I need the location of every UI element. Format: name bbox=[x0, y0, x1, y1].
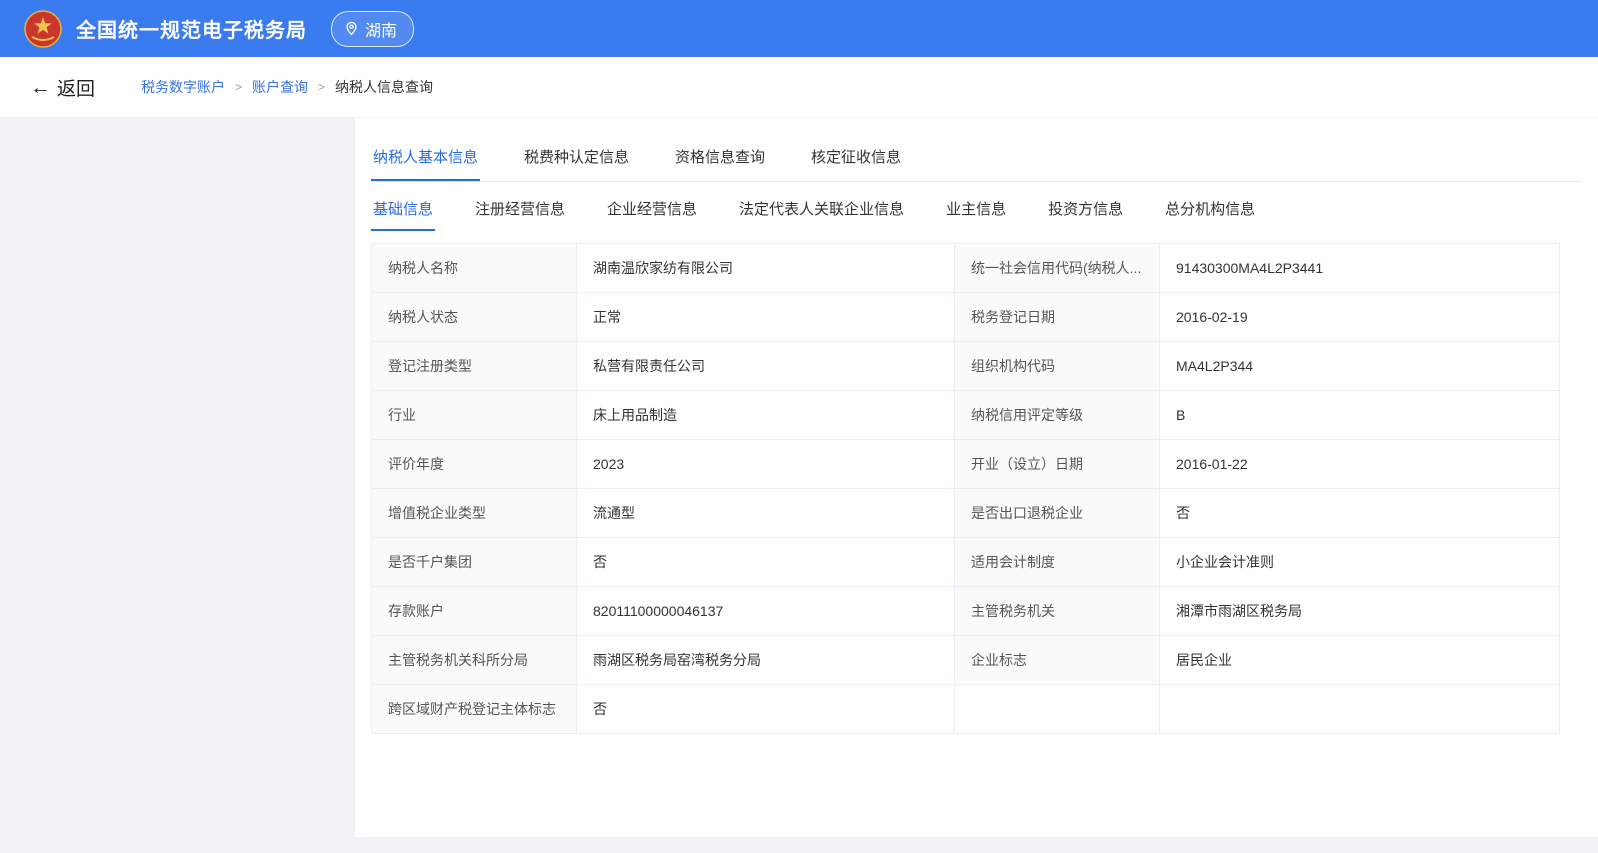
table-row: 跨区域财产税登记主体标志 否 bbox=[372, 685, 1560, 734]
label-cell: 主管税务机关科所分局 bbox=[372, 636, 577, 685]
value-cell: 2023 bbox=[577, 440, 955, 489]
back-label: 返回 bbox=[57, 74, 95, 101]
value-cell: 流通型 bbox=[577, 489, 955, 538]
value-cell: 床上用品制造 bbox=[577, 391, 955, 440]
national-emblem-logo bbox=[24, 10, 62, 48]
table-row: 纳税人名称 湖南温欣家纺有限公司 统一社会信用代码(纳税人... 9143030… bbox=[372, 244, 1560, 293]
table-row: 存款账户 82011100000046137 主管税务机关 湘潭市雨湖区税务局 bbox=[372, 587, 1560, 636]
value-cell: MA4L2P344 bbox=[1160, 342, 1560, 391]
breadcrumb-separator: > bbox=[318, 80, 325, 94]
value-cell: 居民企业 bbox=[1160, 636, 1560, 685]
breadcrumb-link-account-query[interactable]: 账户查询 bbox=[252, 77, 308, 97]
empty-cell bbox=[1160, 685, 1560, 734]
breadcrumb-link-tax-digital-account[interactable]: 税务数字账户 bbox=[141, 77, 225, 97]
table-row: 评价年度 2023 开业（设立）日期 2016-01-22 bbox=[372, 440, 1560, 489]
location-badge[interactable]: 湖南 bbox=[331, 11, 414, 47]
value-cell: 2016-01-22 bbox=[1160, 440, 1560, 489]
value-cell: 正常 bbox=[577, 293, 955, 342]
tab-assessed-collection[interactable]: 核定征收信息 bbox=[809, 138, 903, 181]
secondary-tabs: 基础信息 注册经营信息 企业经营信息 法定代表人关联企业信息 业主信息 投资方信… bbox=[371, 192, 1582, 231]
table-row: 登记注册类型 私营有限责任公司 组织机构代码 MA4L2P344 bbox=[372, 342, 1560, 391]
table-row: 是否千户集团 否 适用会计制度 小企业会计准则 bbox=[372, 538, 1560, 587]
value-cell: 82011100000046137 bbox=[577, 587, 955, 636]
value-cell: 雨湖区税务局窑湾税务分局 bbox=[577, 636, 955, 685]
breadcrumb-bar: ← 返回 税务数字账户 > 账户查询 > 纳税人信息查询 bbox=[0, 57, 1598, 118]
breadcrumb: 税务数字账户 > 账户查询 > 纳税人信息查询 bbox=[141, 77, 433, 97]
page: 全国统一规范电子税务局 湖南 ← 返回 税务数字账户 > 账户查询 > 纳税人信… bbox=[0, 0, 1598, 853]
value-cell: 小企业会计准则 bbox=[1160, 538, 1560, 587]
value-cell: 否 bbox=[577, 538, 955, 587]
subtab-head-branch-info[interactable]: 总分机构信息 bbox=[1163, 192, 1257, 231]
breadcrumb-current: 纳税人信息查询 bbox=[335, 77, 433, 97]
location-pin-icon bbox=[344, 21, 359, 36]
primary-tabs: 纳税人基本信息 税费种认定信息 资格信息查询 核定征收信息 bbox=[371, 138, 1582, 182]
taxpayer-info-table: 纳税人名称 湖南温欣家纺有限公司 统一社会信用代码(纳税人... 9143030… bbox=[371, 243, 1560, 734]
label-cell: 是否千户集团 bbox=[372, 538, 577, 587]
tab-qualification-query[interactable]: 资格信息查询 bbox=[673, 138, 767, 181]
label-cell: 组织机构代码 bbox=[955, 342, 1160, 391]
tab-tax-type-determination[interactable]: 税费种认定信息 bbox=[522, 138, 631, 181]
value-cell: 2016-02-19 bbox=[1160, 293, 1560, 342]
label-cell: 税务登记日期 bbox=[955, 293, 1160, 342]
label-cell: 纳税信用评定等级 bbox=[955, 391, 1160, 440]
back-button[interactable]: ← 返回 bbox=[30, 74, 95, 101]
table-row: 主管税务机关科所分局 雨湖区税务局窑湾税务分局 企业标志 居民企业 bbox=[372, 636, 1560, 685]
empty-cell bbox=[955, 685, 1160, 734]
label-cell: 是否出口退税企业 bbox=[955, 489, 1160, 538]
label-cell: 纳税人名称 bbox=[372, 244, 577, 293]
subtab-enterprise-business[interactable]: 企业经营信息 bbox=[605, 192, 699, 231]
table-row: 行业 床上用品制造 纳税信用评定等级 B bbox=[372, 391, 1560, 440]
label-cell: 行业 bbox=[372, 391, 577, 440]
label-cell: 存款账户 bbox=[372, 587, 577, 636]
content-panel: 纳税人基本信息 税费种认定信息 资格信息查询 核定征收信息 基础信息 注册经营信… bbox=[355, 118, 1598, 837]
label-cell: 纳税人状态 bbox=[372, 293, 577, 342]
table-row: 增值税企业类型 流通型 是否出口退税企业 否 bbox=[372, 489, 1560, 538]
value-cell: 否 bbox=[577, 685, 955, 734]
subtab-registration-business[interactable]: 注册经营信息 bbox=[473, 192, 567, 231]
label-cell: 统一社会信用代码(纳税人... bbox=[955, 244, 1160, 293]
value-cell: 私营有限责任公司 bbox=[577, 342, 955, 391]
tab-taxpayer-basic-info[interactable]: 纳税人基本信息 bbox=[371, 138, 480, 181]
subtab-legal-rep-related[interactable]: 法定代表人关联企业信息 bbox=[737, 192, 906, 231]
value-cell: B bbox=[1160, 391, 1560, 440]
breadcrumb-separator: > bbox=[235, 80, 242, 94]
value-cell: 91430300MA4L2P3441 bbox=[1160, 244, 1560, 293]
label-cell: 主管税务机关 bbox=[955, 587, 1160, 636]
location-label: 湖南 bbox=[365, 17, 397, 41]
table-row: 纳税人状态 正常 税务登记日期 2016-02-19 bbox=[372, 293, 1560, 342]
subtab-basic-info[interactable]: 基础信息 bbox=[371, 192, 435, 231]
value-cell: 湘潭市雨湖区税务局 bbox=[1160, 587, 1560, 636]
main-area: 纳税人基本信息 税费种认定信息 资格信息查询 核定征收信息 基础信息 注册经营信… bbox=[0, 118, 1598, 853]
label-cell: 评价年度 bbox=[372, 440, 577, 489]
label-cell: 适用会计制度 bbox=[955, 538, 1160, 587]
label-cell: 增值税企业类型 bbox=[372, 489, 577, 538]
value-cell: 否 bbox=[1160, 489, 1560, 538]
app-title: 全国统一规范电子税务局 bbox=[76, 14, 307, 43]
back-arrow-icon: ← bbox=[30, 77, 51, 98]
subtab-owner-info[interactable]: 业主信息 bbox=[944, 192, 1008, 231]
label-cell: 开业（设立）日期 bbox=[955, 440, 1160, 489]
label-cell: 登记注册类型 bbox=[372, 342, 577, 391]
subtab-investor-info[interactable]: 投资方信息 bbox=[1046, 192, 1125, 231]
value-cell: 湖南温欣家纺有限公司 bbox=[577, 244, 955, 293]
label-cell: 跨区域财产税登记主体标志 bbox=[372, 685, 577, 734]
label-cell: 企业标志 bbox=[955, 636, 1160, 685]
top-header-bar: 全国统一规范电子税务局 湖南 bbox=[0, 0, 1598, 57]
